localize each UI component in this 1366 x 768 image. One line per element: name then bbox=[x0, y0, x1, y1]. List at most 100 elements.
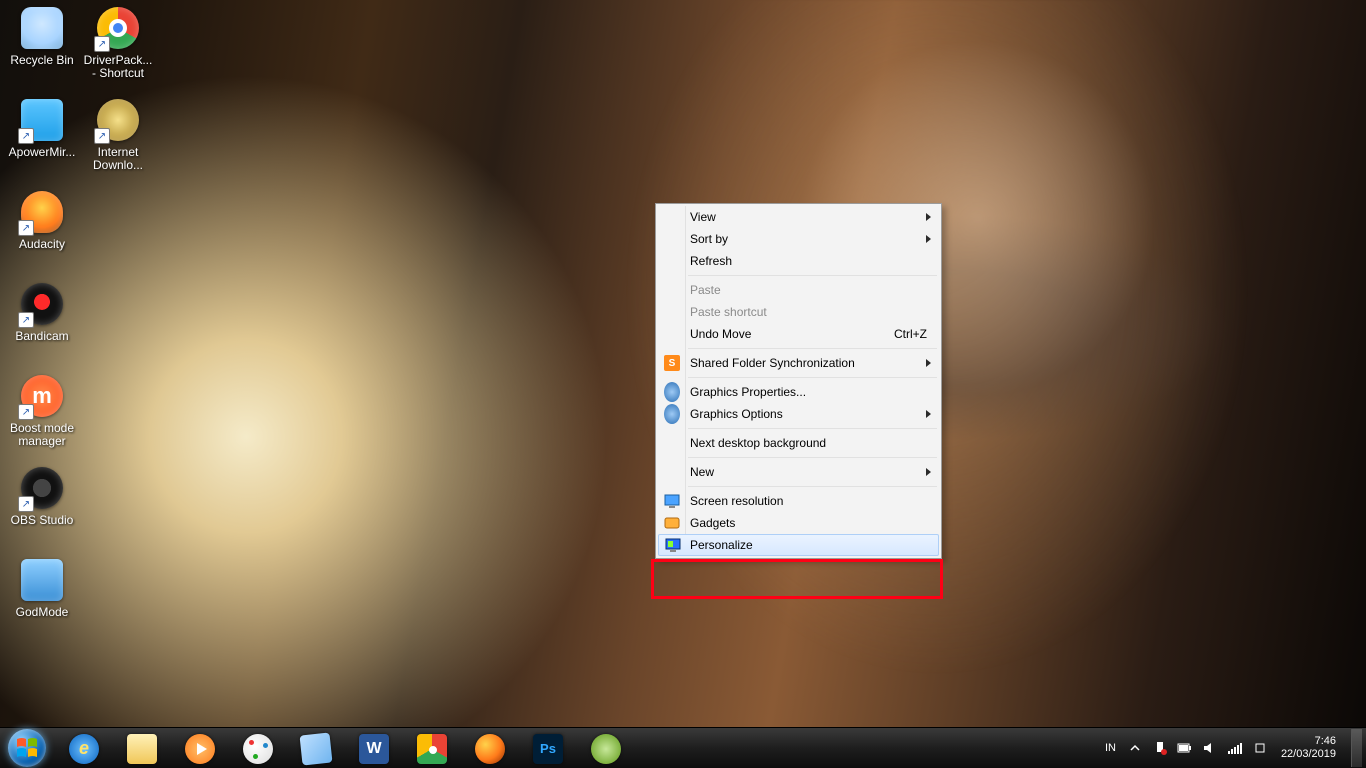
annotation-highlight bbox=[651, 559, 943, 599]
menu-label: Screen resolution bbox=[690, 494, 783, 508]
menu-next-desktop-background[interactable]: Next desktop background bbox=[658, 432, 939, 454]
shortcut-arrow-icon: ↗ bbox=[18, 220, 34, 236]
menu-separator bbox=[688, 377, 937, 378]
taskbar-internet-explorer[interactable]: e bbox=[56, 730, 112, 768]
media-player-icon bbox=[185, 734, 215, 764]
menu-separator bbox=[688, 486, 937, 487]
menu-sort-by[interactable]: Sort by bbox=[658, 228, 939, 250]
icon-label: Recycle Bin bbox=[10, 54, 73, 67]
icon-driverpack[interactable]: ↗ DriverPack... - Shortcut bbox=[80, 4, 156, 94]
screen-resolution-icon bbox=[664, 493, 680, 509]
personalize-icon bbox=[665, 537, 681, 553]
gadgets-icon bbox=[664, 515, 680, 531]
recycle-bin-icon bbox=[21, 7, 63, 49]
clock-date: 22/03/2019 bbox=[1281, 748, 1336, 761]
godmode-icon bbox=[21, 559, 63, 601]
menu-screen-resolution[interactable]: Screen resolution bbox=[658, 490, 939, 512]
icon-bandicam[interactable]: ↗ Bandicam bbox=[4, 280, 80, 370]
taskbar-sticky-notes[interactable] bbox=[288, 730, 344, 768]
tray-power-icon[interactable] bbox=[1177, 740, 1193, 756]
menu-label: Graphics Options bbox=[690, 407, 783, 421]
menu-separator bbox=[688, 275, 937, 276]
photoshop-icon: Ps bbox=[533, 734, 563, 764]
menu-undo-move[interactable]: Undo Move Ctrl+Z bbox=[658, 323, 939, 345]
menu-label: Shared Folder Synchronization bbox=[690, 356, 855, 370]
icon-apowermirror[interactable]: ↗ ApowerMir... bbox=[4, 96, 80, 186]
desktop-background[interactable]: Recycle Bin ↗ DriverPack... - Shortcut ↗… bbox=[0, 0, 1366, 728]
icon-audacity[interactable]: ↗ Audacity bbox=[4, 188, 80, 278]
coreldraw-icon bbox=[591, 734, 621, 764]
intel-icon bbox=[664, 406, 680, 422]
menu-label: View bbox=[690, 210, 716, 224]
shortcut-arrow-icon: ↗ bbox=[94, 36, 110, 52]
menu-label: New bbox=[690, 465, 714, 479]
show-desktop-button[interactable] bbox=[1351, 729, 1362, 767]
taskbar-photoshop[interactable]: Ps bbox=[520, 730, 576, 768]
tray-action-center-icon[interactable] bbox=[1152, 740, 1168, 756]
shared-folder-icon: S bbox=[664, 355, 680, 371]
taskbar-paint[interactable] bbox=[230, 730, 286, 768]
icon-idm[interactable]: ↗ Internet Downlo... bbox=[80, 96, 156, 186]
taskbar-pinned-apps: e W Ps bbox=[54, 728, 634, 768]
desktop-icon-grid: Recycle Bin ↗ DriverPack... - Shortcut ↗… bbox=[4, 4, 156, 646]
menu-refresh[interactable]: Refresh bbox=[658, 250, 939, 272]
menu-label: Sort by bbox=[690, 232, 728, 246]
taskbar-file-explorer[interactable] bbox=[114, 730, 170, 768]
icon-label: GodMode bbox=[16, 606, 69, 619]
shortcut-arrow-icon: ↗ bbox=[18, 128, 34, 144]
tray-volume-icon[interactable] bbox=[1202, 740, 1218, 756]
menu-label: Paste shortcut bbox=[690, 305, 767, 319]
shortcut-arrow-icon: ↗ bbox=[18, 496, 34, 512]
menu-paste: Paste bbox=[658, 279, 939, 301]
menu-personalize[interactable]: Personalize bbox=[658, 534, 939, 556]
menu-separator bbox=[688, 428, 937, 429]
menu-separator bbox=[688, 457, 937, 458]
menu-label: Refresh bbox=[690, 254, 732, 268]
menu-label: Next desktop background bbox=[690, 436, 826, 450]
menu-view[interactable]: View bbox=[658, 206, 939, 228]
start-button[interactable] bbox=[0, 728, 54, 768]
sticky-notes-icon bbox=[300, 732, 333, 765]
menu-label: Paste bbox=[690, 283, 721, 297]
icon-label: OBS Studio bbox=[11, 514, 74, 527]
language-indicator[interactable]: IN bbox=[1103, 742, 1118, 754]
icon-recycle-bin[interactable]: Recycle Bin bbox=[4, 4, 80, 94]
menu-graphics-properties[interactable]: Graphics Properties... bbox=[658, 381, 939, 403]
system-tray: IN 7:46 22/03/2019 bbox=[1093, 728, 1366, 768]
explorer-icon bbox=[127, 734, 157, 764]
taskbar-media-player[interactable] bbox=[172, 730, 228, 768]
taskbar-firefox[interactable] bbox=[462, 730, 518, 768]
tray-chevron-up-icon[interactable] bbox=[1127, 740, 1143, 756]
shortcut-arrow-icon: ↗ bbox=[94, 128, 110, 144]
submenu-arrow-icon bbox=[926, 359, 931, 367]
menu-new[interactable]: New bbox=[658, 461, 939, 483]
shortcut-arrow-icon: ↗ bbox=[18, 312, 34, 328]
menu-label: Personalize bbox=[690, 538, 753, 552]
icon-godmode[interactable]: GodMode bbox=[4, 556, 80, 646]
tray-network-icon[interactable] bbox=[1227, 740, 1243, 756]
icon-obs-studio[interactable]: ↗ OBS Studio bbox=[4, 464, 80, 554]
taskbar: e W Ps IN 7:46 22/03/2019 bbox=[0, 727, 1366, 768]
taskbar-coreldraw[interactable] bbox=[578, 730, 634, 768]
tray-mystery-icon[interactable] bbox=[1252, 740, 1268, 756]
submenu-arrow-icon bbox=[926, 213, 931, 221]
icon-label: Internet Downlo... bbox=[81, 146, 155, 172]
chrome-icon bbox=[417, 734, 447, 764]
menu-label: Gadgets bbox=[690, 516, 735, 530]
taskbar-chrome[interactable] bbox=[404, 730, 460, 768]
taskbar-clock[interactable]: 7:46 22/03/2019 bbox=[1277, 735, 1342, 761]
icon-boost-mode[interactable]: m ↗ Boost mode manager bbox=[4, 372, 80, 462]
taskbar-word[interactable]: W bbox=[346, 730, 402, 768]
icon-label: Bandicam bbox=[15, 330, 68, 343]
menu-paste-shortcut: Paste shortcut bbox=[658, 301, 939, 323]
intel-icon bbox=[664, 384, 680, 400]
menu-shared-folder-sync[interactable]: S Shared Folder Synchronization bbox=[658, 352, 939, 374]
word-icon: W bbox=[359, 734, 389, 764]
menu-gadgets[interactable]: Gadgets bbox=[658, 512, 939, 534]
firefox-icon bbox=[475, 734, 505, 764]
menu-label: Undo Move bbox=[690, 327, 751, 341]
shortcut-arrow-icon: ↗ bbox=[18, 404, 34, 420]
desktop-context-menu: View Sort by Refresh Paste Paste shortcu… bbox=[655, 203, 942, 559]
menu-label: Graphics Properties... bbox=[690, 385, 806, 399]
menu-graphics-options[interactable]: Graphics Options bbox=[658, 403, 939, 425]
